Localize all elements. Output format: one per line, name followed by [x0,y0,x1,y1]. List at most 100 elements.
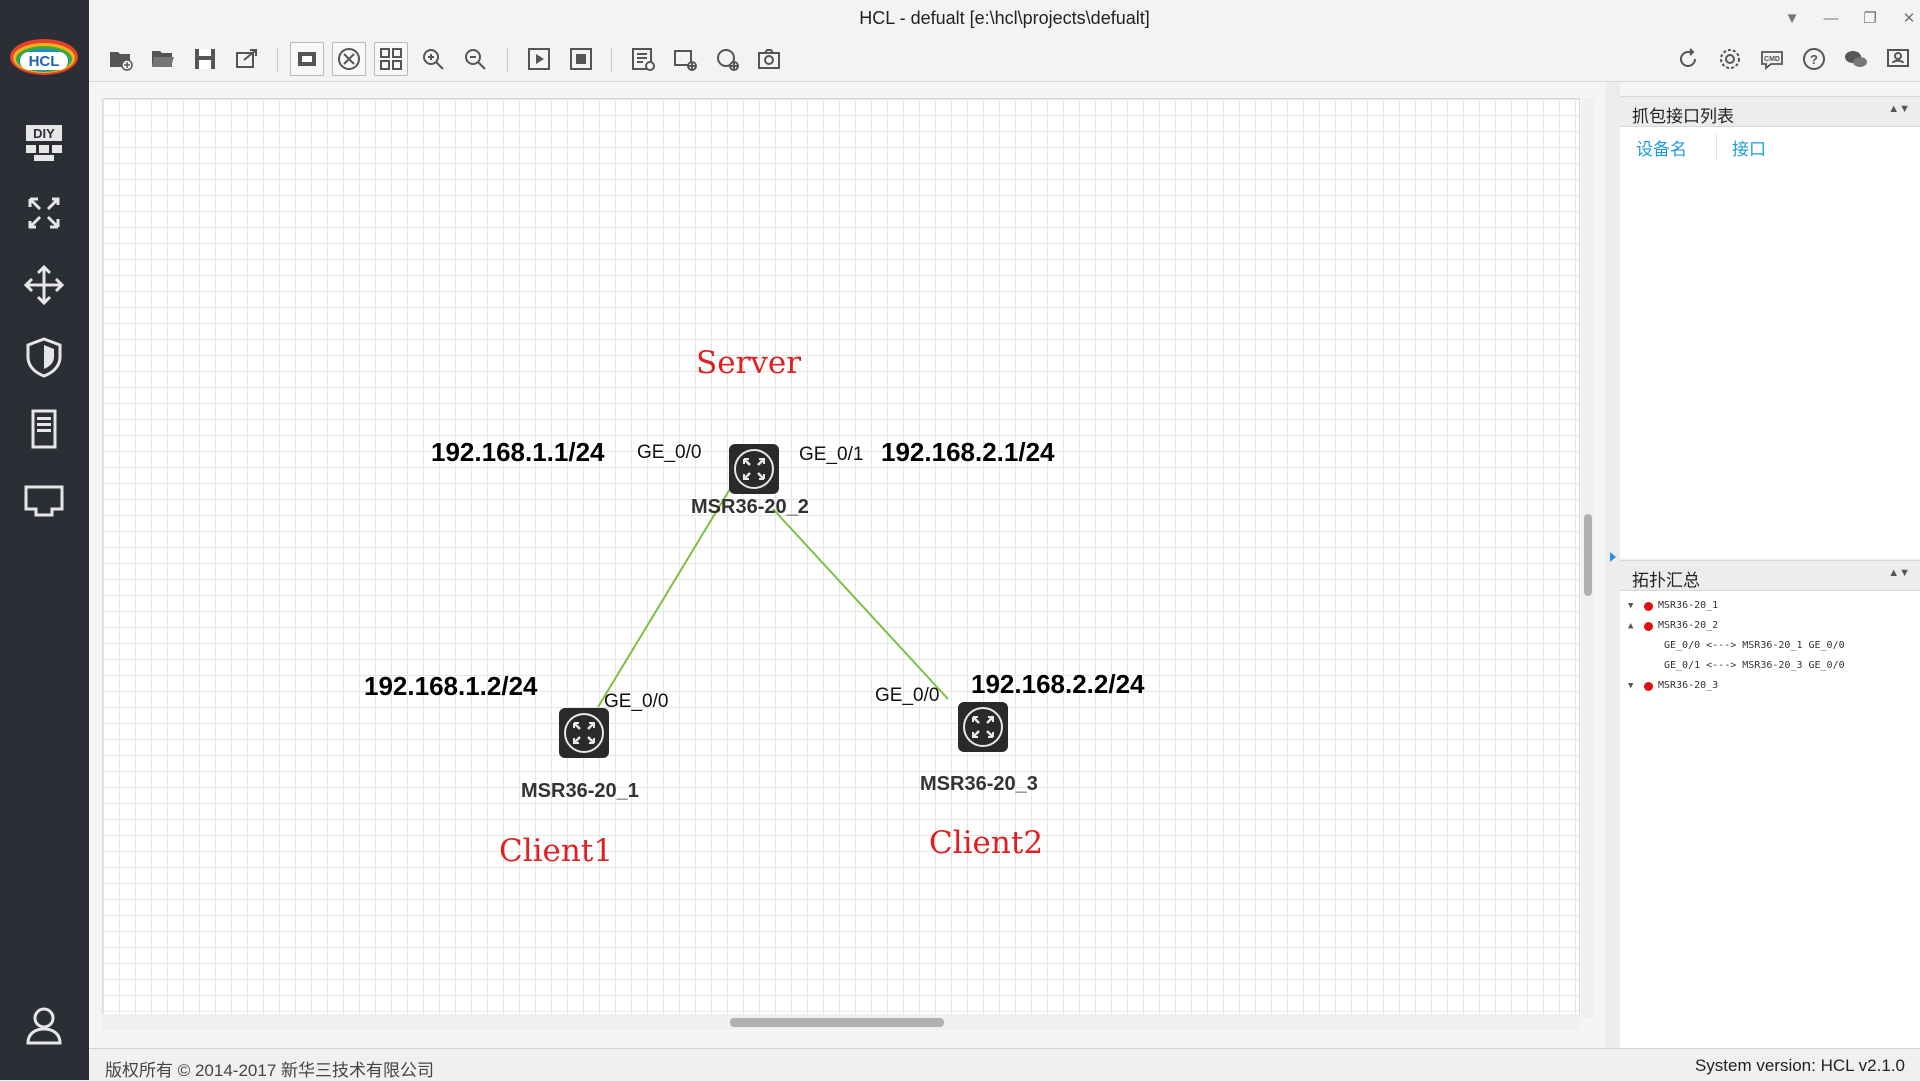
topology-tree: ▼ MSR36-20_1 ▲ MSR36-20_2 GE_0/0 <---> M… [1620,591,1920,697]
tree-device-label: MSR36-20_3 [1658,680,1719,691]
server-icon[interactable] [14,402,74,456]
svg-text:CMD: CMD [1764,56,1780,63]
status-dot-icon [1644,682,1653,691]
port-label-r2-ge0-0: GE_0/0 [637,442,702,463]
feedback-icon[interactable] [1881,42,1915,76]
user-icon[interactable] [14,998,74,1052]
node-label-msr36-20-2: MSR36-20_2 [691,496,809,518]
diy-icon[interactable]: DIY [14,116,74,170]
network-port-icon[interactable] [14,474,74,528]
refresh-device-icon[interactable] [710,42,744,76]
column-device-name[interactable]: 设备名 [1636,135,1687,160]
status-dot-icon [1644,602,1653,611]
capture-interface-panel: 抓包接口列表 ▲▼ 设备名 接口 [1620,96,1920,558]
svg-text:DIY: DIY [33,126,55,141]
zoom-in-icon[interactable] [416,42,450,76]
open-project-icon[interactable] [146,42,180,76]
expand-icon[interactable]: ▼ [1628,681,1633,691]
node-label-msr36-20-1: MSR36-20_1 [521,780,639,802]
note-server[interactable]: Server [696,345,801,381]
right-panel: 抓包接口列表 ▲▼ 设备名 接口 拓扑汇总 ▲▼ ▼ MSR36-20_1 ▲ … [1606,82,1920,1048]
grid-icon[interactable] [374,42,408,76]
title-bar: HCL - defualt [e:\hcl\projects\defualt] … [89,0,1920,36]
toolbar: CMD ? [89,36,1920,82]
save-icon[interactable] [188,42,222,76]
logo-text: HCL [29,53,60,70]
link-layer [597,483,949,708]
collapse-icon[interactable]: ▲ [1628,621,1633,631]
dropdown-icon[interactable]: ▼ [1777,6,1807,30]
ip-label-r3-ge0-0: 192.168.2.2/24 [971,669,1145,699]
router-icon[interactable] [14,186,74,240]
stop-icon[interactable] [564,42,598,76]
minimize-icon[interactable]: — [1816,6,1846,30]
router-node-msr36-20-1[interactable] [558,707,610,759]
router-icon [958,702,1008,752]
notes-icon[interactable] [626,42,660,76]
canvas-vertical-scrollbar[interactable] [1581,98,1595,1018]
vertical-scroll-thumb[interactable] [1584,514,1592,596]
router-node-msr36-20-3[interactable] [957,701,1009,753]
tree-link-item[interactable]: GE_0/1 <---> MSR36-20_3 GE_0/0 [1620,657,1920,677]
svg-text:?: ? [1810,52,1818,67]
router-node-msr36-20-2[interactable] [728,443,780,495]
close-icon[interactable]: ✕ [1894,6,1920,30]
tree-device-label: MSR36-20_1 [1658,600,1719,611]
snapshot-icon[interactable] [752,42,786,76]
start-icon[interactable] [522,42,556,76]
topology-canvas[interactable]: MSR36-20_2 MSR36-20_1 MSR36-20_3 GE_0/0 … [102,98,1580,1018]
export-icon[interactable] [230,42,264,76]
zoom-out-icon[interactable] [458,42,492,76]
note-client1[interactable]: Client1 [499,833,613,869]
switch-icon[interactable] [14,258,74,312]
tree-link-item[interactable]: GE_0/0 <---> MSR36-20_1 GE_0/0 [1620,637,1920,657]
node-label-msr36-20-3: MSR36-20_3 [920,773,1038,795]
version-text: System version: HCL v2.1.0 [1694,1056,1905,1075]
cmd-icon[interactable]: CMD [1755,42,1789,76]
note-client2[interactable]: Client2 [929,825,1043,861]
show-interface-icon[interactable] [290,42,324,76]
panel-collapse-strip[interactable] [1606,82,1620,1048]
topology: MSR36-20_2 MSR36-20_1 MSR36-20_3 GE_0/0 … [103,99,1579,1017]
settings-icon[interactable] [1713,42,1747,76]
column-interface[interactable]: 接口 [1732,135,1766,160]
firewall-icon[interactable] [14,330,74,384]
capture-columns: 设备名 接口 [1620,127,1920,163]
wechat-icon[interactable] [1839,42,1873,76]
new-project-icon[interactable] [104,42,138,76]
add-shape-icon[interactable] [668,42,702,76]
hcl-logo: HCL [6,30,82,80]
collapse-arrow-icon[interactable] [1610,552,1616,562]
restore-icon[interactable]: ❐ [1855,6,1885,30]
device-icon[interactable] [332,42,366,76]
tree-item-msr36-20-3[interactable]: ▼ MSR36-20_3 [1620,677,1920,697]
reset-icon[interactable] [1671,42,1705,76]
router-icon [559,708,609,758]
panel-toggle-icon[interactable]: ▲▼ [1888,103,1910,115]
canvas-frame: MSR36-20_2 MSR36-20_1 MSR36-20_3 GE_0/0 … [89,82,1606,1048]
summary-panel-header: 拓扑汇总 ▲▼ [1620,561,1920,591]
ip-label-r2-ge0-1: 192.168.2.1/24 [881,437,1055,467]
window-title: HCL - defualt [e:\hcl\projects\defualt] [859,8,1150,28]
tree-device-label: MSR36-20_2 [1658,620,1719,631]
horizontal-scroll-thumb[interactable] [730,1018,944,1027]
tree-item-msr36-20-2[interactable]: ▲ MSR36-20_2 [1620,617,1920,637]
expand-icon[interactable]: ▼ [1628,601,1633,611]
link-r2-r3[interactable] [772,508,949,700]
left-sidebar: HCL DIY [0,0,89,1080]
canvas-horizontal-scrollbar[interactable] [102,1014,1580,1030]
port-label-r1-ge0-0: GE_0/0 [604,691,669,712]
help-icon[interactable]: ? [1797,42,1831,76]
copyright-text: 版权所有 © 2014-2017 新华三技术有限公司 [105,1061,434,1080]
summary-panel-title: 拓扑汇总 [1632,571,1700,590]
port-label-r2-ge0-1: GE_0/1 [799,444,864,465]
panel-toggle-icon[interactable]: ▲▼ [1888,567,1910,579]
capture-panel-header: 抓包接口列表 ▲▼ [1620,97,1920,127]
tree-item-msr36-20-1[interactable]: ▼ MSR36-20_1 [1620,597,1920,617]
status-dot-icon [1644,622,1653,631]
ip-label-r2-ge0-0: 192.168.1.1/24 [431,437,605,467]
capture-panel-title: 抓包接口列表 [1632,107,1734,126]
ip-label-r1-ge0-0: 192.168.1.2/24 [364,671,538,701]
topology-summary-panel: 拓扑汇总 ▲▼ ▼ MSR36-20_1 ▲ MSR36-20_2 GE_0/0… [1620,560,1920,1048]
tree-link-label: GE_0/0 <---> MSR36-20_1 GE_0/0 [1664,640,1845,651]
